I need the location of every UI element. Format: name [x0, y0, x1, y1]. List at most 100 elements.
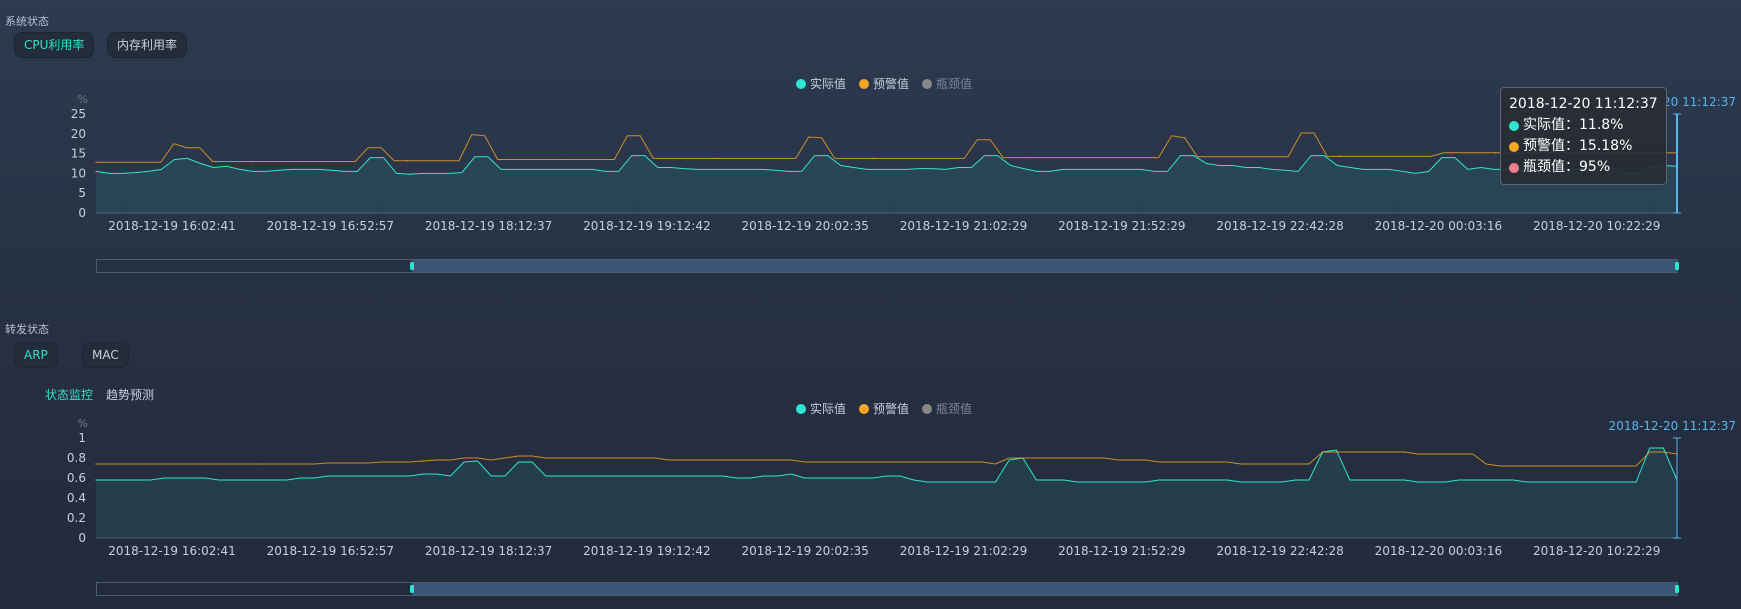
- cpu-x-tick-label: 2018-12-19 21:02:29: [900, 219, 1027, 233]
- cpu-x-tick-label: 2018-12-19 21:52:29: [1058, 219, 1185, 233]
- arp-legend-label[interactable]: 预警值: [873, 401, 909, 416]
- arp-cursor-time-label: 2018-12-20 11:12:37: [1609, 419, 1736, 433]
- arp-x-tick-label: 2018-12-20 10:22:29: [1533, 544, 1660, 558]
- arp-y-tick-label: 0.2: [67, 511, 86, 525]
- arp-series-point: [258, 463, 261, 465]
- arp-series-point: [913, 479, 915, 481]
- cpu-legend-1-icon[interactable]: [859, 79, 869, 89]
- cpu-y-tick-label: 0: [78, 206, 86, 220]
- cpu-series-point: [250, 160, 253, 163]
- arp-series-point: [1567, 465, 1569, 467]
- arp-x-tick-label: 2018-12-19 21:02:29: [900, 544, 1027, 558]
- arp-series-point: [258, 479, 261, 481]
- arp-series-line-1: [96, 451, 1678, 467]
- cpu-x-tick-label: 2018-12-19 19:12:42: [583, 219, 710, 233]
- cpu-y-tick-label: 20: [71, 127, 86, 141]
- arp-series-point: [586, 475, 588, 477]
- cpu-series-actual-area: [96, 155, 1677, 213]
- cpu-series-point: [252, 170, 254, 173]
- cpu-x-tick-label: 2018-12-19 16:52:57: [267, 219, 394, 233]
- cpu-x-tick-label: 2018-12-20 10:22:29: [1533, 219, 1660, 233]
- cpu-series-point: [717, 157, 719, 159]
- arp-y-tick-label: 0: [78, 531, 86, 545]
- cpu-legend-label[interactable]: 瓶颈值: [936, 76, 972, 91]
- cpu-series-point: [1192, 154, 1195, 157]
- tooltip-time: 2018-12-20 11:12:37: [1509, 96, 1658, 112]
- cpu-series-point: [1036, 170, 1038, 173]
- arp-series-point: [95, 463, 97, 465]
- cpu-series-point: [722, 168, 724, 171]
- arp-y-tick-label: 0.8: [67, 451, 86, 465]
- arp-legend-2-icon[interactable]: [922, 404, 932, 414]
- cpu-zoom-handle-right-icon[interactable]: [1675, 262, 1679, 270]
- arp-series-point: [1403, 479, 1406, 481]
- arp-x-tick-label: 2018-12-19 19:12:42: [583, 544, 710, 558]
- bottleneck-dot-icon: [1509, 162, 1519, 173]
- warning-dot-icon: [1509, 141, 1519, 152]
- cpu-series-point: [1028, 156, 1030, 159]
- cpu-y-tick-label: 15: [71, 147, 86, 161]
- cpu-x-tick-label: 2018-12-20 00:03:16: [1375, 219, 1502, 233]
- cpu-legend-label[interactable]: 实际值: [810, 76, 846, 91]
- arp-series-point: [1076, 457, 1078, 459]
- cpu-series-point: [1339, 155, 1341, 157]
- arp-series-point: [1240, 481, 1242, 483]
- cpu-legend-0-icon[interactable]: [796, 79, 806, 89]
- arp-x-tick-label: 2018-12-20 00:03:16: [1375, 544, 1502, 558]
- arp-series-point: [586, 457, 588, 459]
- cpu-x-tick-label: 2018-12-19 22:42:28: [1216, 219, 1343, 233]
- arp-series-point: [1403, 451, 1406, 453]
- cpu-series-point: [561, 158, 564, 161]
- arp-y-tick-label: 0.4: [67, 491, 86, 505]
- arp-x-tick-label: 2018-12-19 21:52:29: [1058, 544, 1185, 558]
- arp-zoom-handle-right-icon[interactable]: [1675, 585, 1679, 593]
- cpu-x-tick-label: 2018-12-19 20:02:35: [741, 219, 868, 233]
- tooltip-warning: 预警值：15.18%: [1523, 138, 1633, 154]
- tooltip-actual: 实际值：11.8%: [1523, 117, 1624, 133]
- arp-zoom-handle-left-icon[interactable]: [410, 585, 414, 593]
- cpu-series-point: [872, 157, 875, 159]
- cpu-series-point: [1183, 137, 1186, 139]
- arp-chart: 实际值 预警值 瓶颈值% 0 0.2 0.4 0.6 0.8 1 2018-12-19 16:02…: [67, 401, 1736, 596]
- cpu-legend-2-icon[interactable]: [922, 79, 932, 89]
- cpu-series-point: [95, 170, 97, 173]
- chart-tooltip: 2018-12-20 11:12:37 实际值：11.8% 预警值：15.18%…: [1500, 87, 1667, 185]
- arp-series-point: [95, 479, 97, 481]
- arp-series-point: [1567, 481, 1569, 483]
- cpu-y-tick-label: 25: [71, 107, 86, 121]
- arp-legend-label[interactable]: 实际值: [810, 401, 846, 416]
- cpu-usage-chart: 实际值 预警值 瓶颈值% 0 5 10 15 20 25 2018-12-19 16:02:41 2…: [71, 76, 1736, 273]
- arp-y-tick-label: 0.6: [67, 471, 86, 485]
- cpu-series-point: [95, 161, 97, 163]
- arp-x-tick-label: 2018-12-19 16:52:57: [267, 544, 394, 558]
- arp-x-tick-label: 2018-12-19 16:02:41: [108, 544, 235, 558]
- arp-legend-label[interactable]: 瓶颈值: [936, 401, 972, 416]
- cpu-zoom-slider-window[interactable]: [412, 260, 1677, 272]
- tooltip-bottleneck: 瓶颈值：95%: [1523, 159, 1611, 175]
- arp-zoom-slider-window[interactable]: [412, 583, 1677, 595]
- cpu-series-point: [1349, 166, 1351, 169]
- arp-x-tick-label: 2018-12-19 22:42:28: [1216, 544, 1343, 558]
- arp-legend-0-icon[interactable]: [796, 404, 806, 414]
- cpu-y-axis-unit: %: [78, 93, 88, 106]
- arp-series-point: [749, 477, 751, 479]
- cpu-y-tick-label: 5: [78, 186, 86, 200]
- arp-series-point: [422, 473, 424, 475]
- cpu-zoom-handle-left-icon[interactable]: [410, 262, 414, 270]
- arp-y-tick-label: 1: [78, 431, 86, 445]
- cpu-x-tick-label: 2018-12-19 18:12:37: [425, 219, 552, 233]
- arp-x-tick-label: 2018-12-19 18:12:37: [425, 544, 552, 558]
- cpu-series-point: [565, 168, 567, 171]
- arp-series-point: [913, 461, 915, 463]
- arp-y-axis-unit: %: [78, 417, 88, 430]
- arp-series-point: [1076, 481, 1078, 483]
- cpu-series-point: [406, 160, 408, 162]
- arp-legend-1-icon[interactable]: [859, 404, 869, 414]
- actual-dot-icon: [1509, 120, 1519, 131]
- arp-series-point: [1240, 463, 1242, 465]
- cpu-legend-label[interactable]: 预警值: [873, 76, 909, 91]
- cpu-series-point: [879, 168, 881, 171]
- cpu-y-tick-label: 10: [71, 166, 86, 180]
- cpu-series-point: [408, 173, 411, 175]
- cpu-series-point: [1494, 152, 1497, 154]
